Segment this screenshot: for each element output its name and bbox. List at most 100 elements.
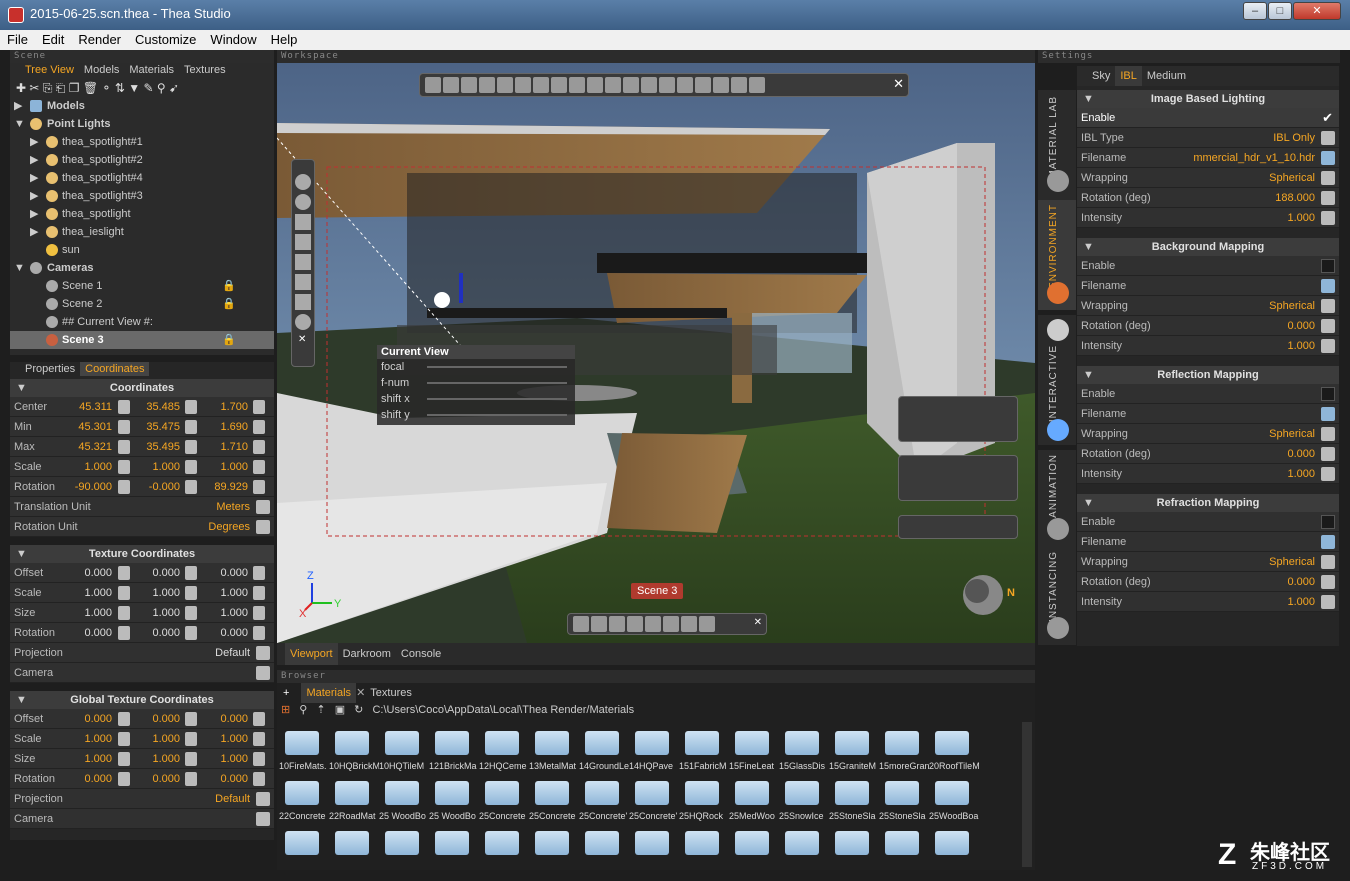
play-icon[interactable] — [295, 214, 311, 230]
clone-icon[interactable]: ❐ — [69, 81, 80, 95]
tab-sky[interactable]: Sky — [1087, 66, 1115, 86]
material-folder-label[interactable]: 15FineLeat — [729, 761, 779, 771]
camera-row[interactable]: Camera — [10, 663, 274, 683]
spinner-icon[interactable] — [118, 586, 130, 600]
material-folder-icon[interactable] — [635, 831, 669, 855]
material-folder-icon[interactable] — [585, 731, 619, 755]
vtab-material-lab[interactable]: MATERIAL LAB — [1038, 90, 1076, 200]
material-folder-icon[interactable] — [535, 731, 569, 755]
fit-view-icon[interactable] — [295, 254, 311, 270]
fnum-slider[interactable]: f-num — [377, 375, 575, 391]
material-folder-icon[interactable] — [435, 831, 469, 855]
spinner-icon[interactable] — [253, 752, 265, 766]
rotation-row[interactable]: Rotation (deg) 188.000 — [1077, 188, 1339, 208]
tree-camera-item[interactable]: ## Current View #: — [10, 313, 274, 331]
vtab-interactive[interactable]: INTERACTIVE — [1038, 315, 1076, 445]
spinner-icon[interactable] — [185, 400, 197, 414]
shiftx-slider[interactable]: shift x — [377, 391, 575, 407]
material-folder-label[interactable]: 10FireMats. — [279, 761, 329, 771]
material-folder-icon[interactable] — [685, 831, 719, 855]
material-folder-icon[interactable] — [585, 781, 619, 805]
intensity-row[interactable]: Intensity 1.000 — [1077, 208, 1339, 228]
snapshot-icon[interactable] — [627, 616, 643, 632]
spinner-icon[interactable] — [253, 732, 265, 746]
intensity-row[interactable]: Intensity 1.000 — [1077, 336, 1339, 356]
scale-icon[interactable] — [569, 77, 585, 93]
spinner-icon[interactable] — [185, 732, 197, 746]
wrapping-row[interactable]: Wrapping Spherical — [1077, 424, 1339, 444]
material-folder-label[interactable]: 15GlassDis — [779, 761, 829, 771]
spinner-icon[interactable] — [253, 606, 265, 620]
material-folder-label[interactable]: 25WoodBoa — [929, 811, 979, 821]
enable-row[interactable]: Enable ✔ — [1077, 108, 1339, 128]
save-folder-icon[interactable]: ▣ — [335, 704, 345, 716]
value-field[interactable]: 35.485 — [140, 397, 180, 417]
material-folder-label[interactable]: 25 WoodBo — [429, 811, 479, 821]
layout-icon[interactable] — [659, 77, 675, 93]
edit-tools-panel[interactable] — [898, 455, 1018, 501]
tab-viewport[interactable]: Viewport — [285, 643, 338, 665]
tab-darkroom[interactable]: Darkroom — [338, 643, 396, 665]
tree-cameras[interactable]: ▼ Cameras — [10, 259, 274, 277]
value-field[interactable]: 0.000 — [140, 563, 180, 583]
value-field[interactable]: 0.000 — [72, 623, 112, 643]
material-folder-icon[interactable] — [735, 731, 769, 755]
value-field[interactable]: 1.700 — [208, 397, 248, 417]
tab-ibl[interactable]: IBL — [1115, 66, 1142, 86]
copy-icon[interactable]: ⎘ — [43, 81, 53, 95]
spinner-icon[interactable] — [185, 752, 197, 766]
filename-row[interactable]: Filename — [1077, 404, 1339, 424]
value-field[interactable]: 1.000 — [72, 583, 112, 603]
spinner-icon[interactable] — [253, 420, 265, 434]
close-tab-icon[interactable]: ✕ — [356, 687, 365, 699]
material-folder-icon[interactable] — [835, 781, 869, 805]
value-field[interactable]: 0.000 — [140, 709, 180, 729]
menu-customize[interactable]: Customize — [128, 30, 203, 50]
value-field[interactable]: 0.000 — [140, 623, 180, 643]
material-folder-icon[interactable] — [485, 781, 519, 805]
tree-light-item[interactable]: sun — [10, 241, 274, 259]
material-folder-icon[interactable] — [685, 731, 719, 755]
material-folder-icon[interactable] — [335, 731, 369, 755]
move-icon[interactable] — [533, 77, 549, 93]
material-folder-label[interactable]: 10HQBrickM — [329, 761, 379, 771]
intensity-row[interactable]: Intensity 1.000 — [1077, 592, 1339, 612]
section-refr[interactable]: ▼ Refraction Mapping — [1077, 494, 1339, 512]
add-tab-icon[interactable]: + — [283, 687, 289, 699]
add-object-icon[interactable] — [479, 77, 495, 93]
material-folder-icon[interactable] — [285, 781, 319, 805]
material-folder-icon[interactable] — [385, 731, 419, 755]
delete-icon[interactable]: 🗑 — [83, 81, 98, 95]
gizmo-tools-panel[interactable] — [898, 515, 1018, 539]
material-folder-icon[interactable] — [835, 731, 869, 755]
value-field[interactable]: 1.000 — [140, 457, 180, 477]
filename-row[interactable]: Filename — [1077, 532, 1339, 552]
minimize-button[interactable]: – — [1243, 2, 1267, 20]
info-icon[interactable] — [749, 77, 765, 93]
material-folder-icon[interactable] — [785, 831, 819, 855]
spinner-icon[interactable] — [253, 460, 265, 474]
material-folder-label[interactable]: 25Concrete' — [579, 811, 629, 821]
value-field[interactable]: 45.321 — [72, 437, 112, 457]
material-folder-icon[interactable] — [635, 731, 669, 755]
material-folder-icon[interactable] — [785, 781, 819, 805]
spinner-icon[interactable] — [118, 712, 130, 726]
tab-properties[interactable]: Properties — [20, 362, 80, 376]
rotation-unit-row[interactable]: Rotation Unit Degrees — [10, 517, 274, 537]
tab-coordinates[interactable]: Coordinates — [80, 362, 150, 376]
material-folder-icon[interactable] — [335, 781, 369, 805]
material-folder-icon[interactable] — [385, 831, 419, 855]
wrapping-row[interactable]: Wrapping Spherical — [1077, 296, 1339, 316]
vtab-instancing[interactable]: INSTANCING — [1038, 545, 1076, 645]
enable-row[interactable]: Enable — [1077, 512, 1339, 532]
material-folder-label[interactable]: 15moreGran — [879, 761, 929, 771]
maximize-button[interactable]: □ — [1268, 2, 1292, 20]
value-field[interactable]: 1.000 — [208, 583, 248, 603]
spinner-icon[interactable] — [118, 732, 130, 746]
spinner-icon[interactable] — [253, 712, 265, 726]
filename-row[interactable]: Filename mmercial_hdr_v1_10.hdr — [1077, 148, 1339, 168]
camera-row[interactable]: Camera — [10, 809, 274, 829]
value-field[interactable]: 1.000 — [72, 603, 112, 623]
material-folder-icon[interactable] — [335, 831, 369, 855]
material-folder-label[interactable]: 25StoneSla — [829, 811, 879, 821]
